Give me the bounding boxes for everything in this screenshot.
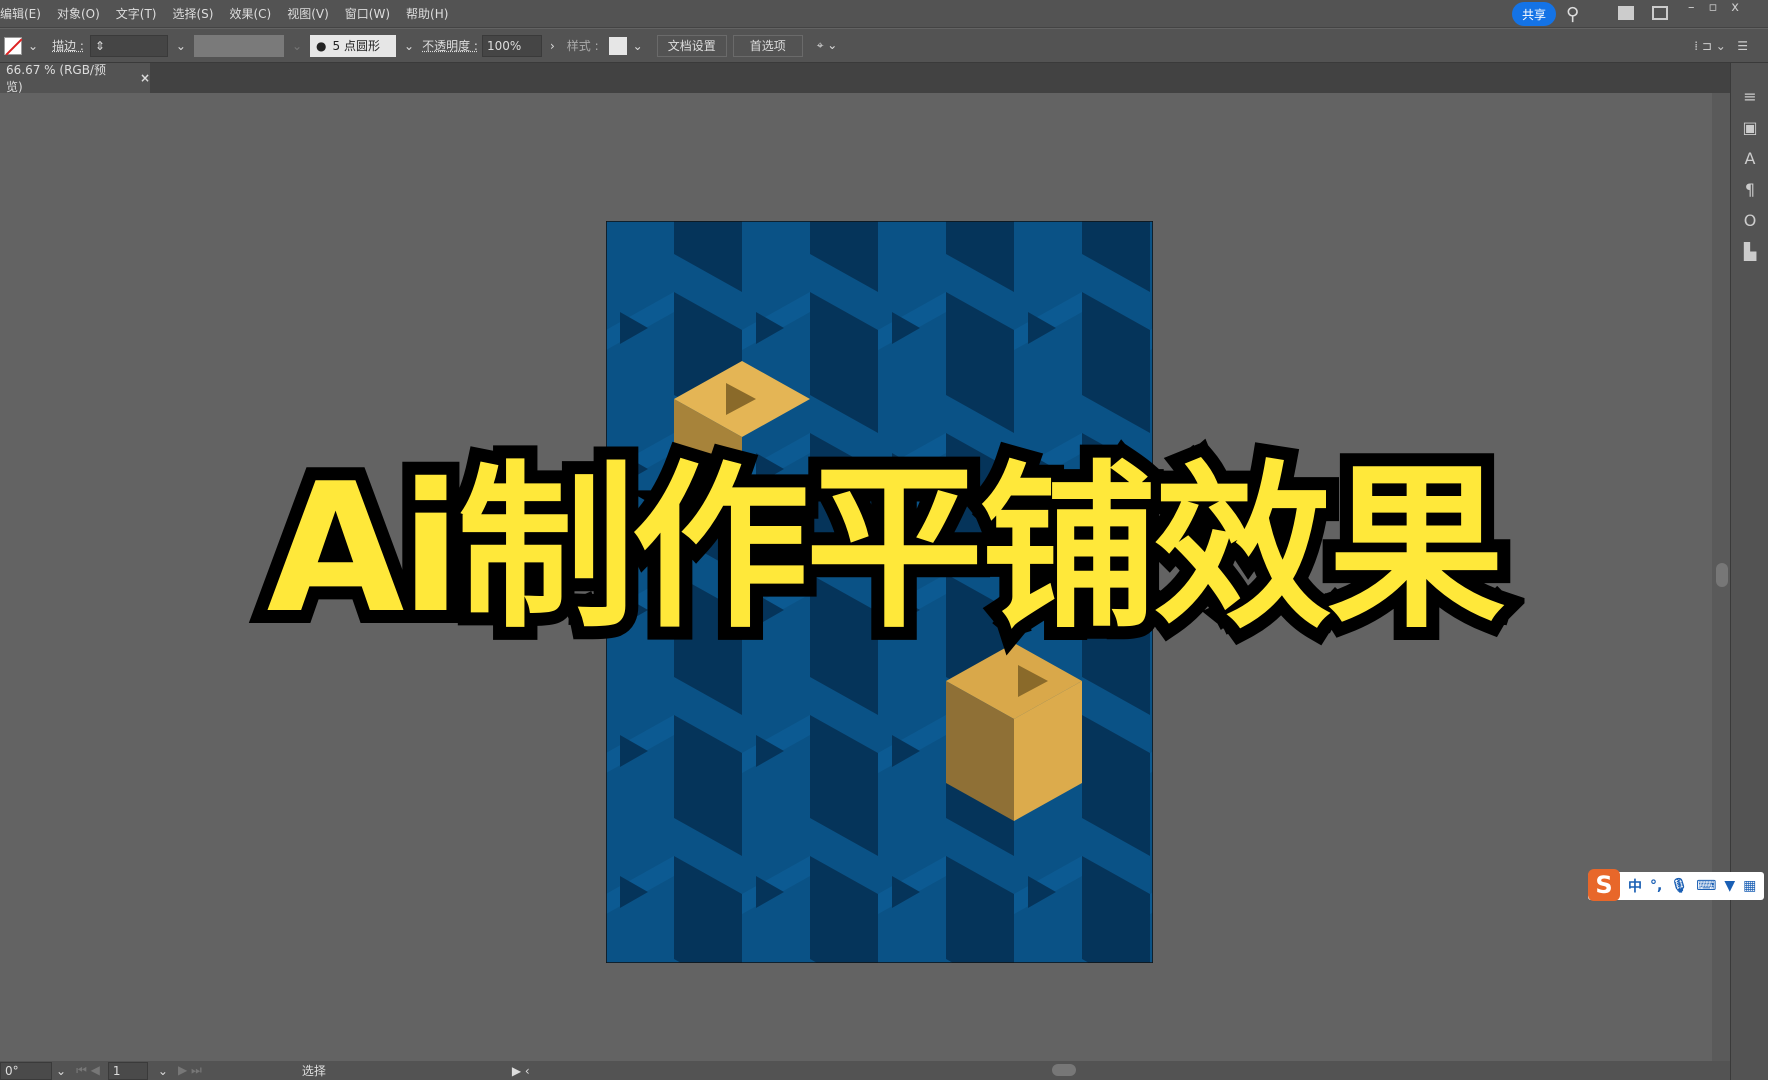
menu-edit[interactable]: 编辑(E) — [0, 5, 41, 22]
vertical-scrollbar[interactable] — [1712, 93, 1730, 1061]
menu-help[interactable]: 帮助(H) — [406, 5, 448, 22]
tab-close-button[interactable]: × — [140, 71, 150, 85]
fill-swatch[interactable] — [4, 36, 23, 55]
ime-punct[interactable]: °, — [1650, 878, 1662, 894]
document-tabs: 66.67 % (RGB/预览) × — [0, 63, 1768, 94]
brush-value: 5 点圆形 — [332, 39, 380, 53]
current-tool: 选择 — [301, 1064, 326, 1078]
style-swatch[interactable] — [608, 36, 627, 55]
keyboard-icon[interactable]: ⌨ — [1696, 878, 1716, 894]
preferences-button[interactable]: 首选项 — [732, 34, 803, 57]
menu-object[interactable]: 对象(O) — [57, 5, 100, 22]
overlay-title: Ai制作平铺效果 — [254, 432, 1519, 665]
ime-mode[interactable]: 中 — [1628, 876, 1642, 896]
apps-icon[interactable]: ▦ — [1743, 878, 1756, 894]
document-tab[interactable]: 66.67 % (RGB/预览) × — [0, 63, 150, 94]
microphone-icon[interactable]: 🎙 — [1670, 878, 1688, 894]
style-label: 样式 : — [566, 39, 599, 53]
control-bar: ⌄ 描边 : ⇕ ⌄ ⌄ ● 5 点圆形 ⌄ 不透明度 : 100% › 样式 … — [0, 29, 1768, 63]
panel-icon[interactable] — [1652, 6, 1668, 20]
skin-icon[interactable]: ▼ — [1724, 878, 1735, 894]
tab-label: 66.67 % (RGB/预览) — [6, 63, 106, 94]
menu-select[interactable]: 选择(S) — [172, 5, 213, 22]
properties-icon[interactable]: ≡ — [1731, 87, 1768, 106]
horizontal-scrollbar[interactable] — [1052, 1064, 1076, 1076]
document-setup-button[interactable]: 文档设置 — [656, 34, 727, 57]
menu-effect[interactable]: 效果(C) — [229, 5, 271, 22]
opacity-label: 不透明度 : — [422, 39, 478, 53]
opacity-input[interactable]: 100% — [481, 34, 542, 57]
share-button[interactable]: 共享 — [1512, 2, 1556, 26]
page-input[interactable]: 1 — [107, 1061, 148, 1080]
rotation-input[interactable]: 0° — [0, 1061, 52, 1080]
right-panel-dock: ≡ ▣ A ¶ O ▙ — [1730, 63, 1768, 1080]
layers-icon[interactable]: ▣ — [1731, 118, 1768, 137]
opentype-icon[interactable]: O — [1731, 211, 1768, 230]
character-icon[interactable]: A — [1731, 149, 1768, 168]
menu-type[interactable]: 文字(T) — [116, 5, 157, 22]
paragraph-icon[interactable]: ¶ — [1731, 180, 1768, 199]
stroke-weight-input[interactable]: ⇕ — [89, 34, 168, 57]
search-icon[interactable]: ⚲ — [1566, 4, 1579, 25]
variable-width-profile[interactable] — [193, 34, 284, 57]
menu-view[interactable]: 视图(V) — [287, 5, 329, 22]
status-bar: 0° ⌄ ⏮ ◀ 1 ⌄ ▶ ⏭ 选择 ▶ ‹ — [0, 1061, 1730, 1080]
align-icon[interactable]: ⁞ ⊐ ⌄ ☰ — [1694, 39, 1748, 53]
menu-bar: 编辑(E) 对象(O) 文字(T) 选择(S) 效果(C) 视图(V) 窗口(W… — [0, 0, 1768, 28]
sogou-logo: S — [1588, 869, 1620, 901]
workspace-icon[interactable] — [1618, 6, 1634, 20]
window-controls[interactable]: –▫x — [1688, 0, 1753, 15]
stroke-label: 描边 : — [52, 39, 84, 53]
ime-toolbar[interactable]: S 中 °, 🎙 ⌨ ▼ ▦ — [1588, 869, 1764, 901]
menu-window[interactable]: 窗口(W) — [345, 5, 390, 22]
gold-cube-bottom — [946, 643, 1082, 821]
selection-tool-icon[interactable]: ⌖ ⌄ — [817, 38, 838, 53]
align-panel-icon[interactable]: ▙ — [1731, 242, 1768, 261]
brush-select[interactable]: ● 5 点圆形 — [310, 34, 397, 57]
